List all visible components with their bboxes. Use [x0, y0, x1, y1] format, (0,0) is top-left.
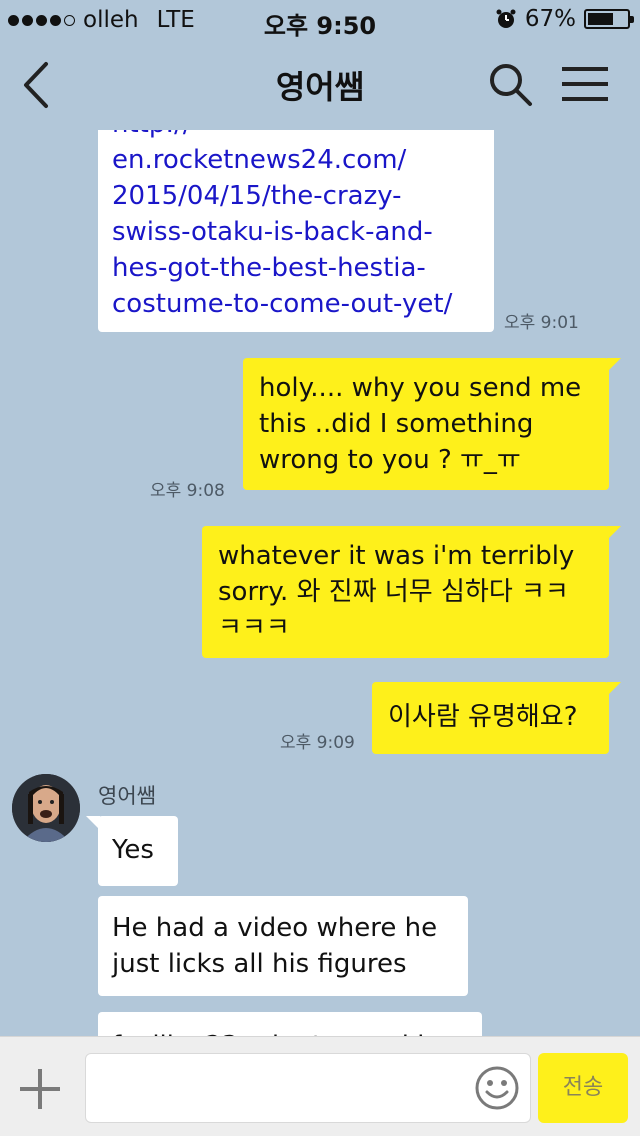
- message-bubble-incoming[interactable]: Yes: [86, 816, 178, 886]
- chat-message-list[interactable]: http:// en.rocketnews24.com/ 2015/04/15/…: [0, 130, 640, 1036]
- message-text: just licks all his figures: [112, 949, 407, 979]
- message-bubble-outgoing[interactable]: holy.... why you send me this ..did I so…: [243, 358, 621, 490]
- message-bubble-outgoing[interactable]: whatever it was i'm terribly sorry. 와 진짜…: [202, 526, 621, 658]
- status-bar: olleh LTE 오후 9:50 67%: [0, 0, 640, 40]
- message-bubble-incoming[interactable]: He had a video where he just licks all h…: [98, 896, 468, 996]
- message-timestamp: 오후 9:08: [150, 481, 225, 501]
- message-input[interactable]: [85, 1053, 531, 1123]
- message-bubble-link[interactable]: http:// en.rocketnews24.com/ 2015/04/15/…: [98, 130, 494, 332]
- chat-header: 영어쌤: [0, 40, 640, 130]
- chat-title: 영어쌤: [275, 68, 365, 106]
- message-bubble-incoming[interactable]: f... like 23 minutes and he: [98, 1012, 482, 1036]
- message-bubble-outgoing[interactable]: 이사람 유명해요?: [372, 682, 621, 754]
- battery-icon: [584, 9, 634, 29]
- message-text: ㅋㅋㅋ: [218, 613, 290, 643]
- send-button[interactable]: 전송: [538, 1053, 628, 1123]
- message-text: sorry. 와 진짜 너무 심하다 ㅋㅋ: [218, 577, 569, 607]
- sender-name: 영어쌤: [98, 784, 156, 808]
- message-text: whatever it was i'm terribly: [218, 541, 575, 571]
- avatar[interactable]: [12, 774, 80, 842]
- message-text: 이사람 유명해요?: [388, 702, 578, 732]
- message-text: He had a video where he: [112, 913, 438, 943]
- battery-percent: 67%: [524, 6, 576, 32]
- message-text: holy.... why you send me: [259, 373, 582, 403]
- message-timestamp: 오후 9:09: [280, 733, 355, 753]
- message-input-bar: 전송: [0, 1036, 640, 1136]
- hamburger-menu-icon[interactable]: [562, 66, 608, 102]
- alarm-clock-icon: [496, 9, 516, 28]
- message-text: Yes: [112, 835, 154, 865]
- message-link-text[interactable]: http:// en.rocketnews24.com/ 2015/04/15/…: [112, 130, 480, 322]
- message-text: f... like 23 minutes and he: [112, 1028, 468, 1036]
- status-right: 67%: [495, 6, 634, 32]
- plus-icon[interactable]: [18, 1067, 62, 1111]
- search-icon[interactable]: [486, 60, 534, 108]
- message-timestamp: 오후 9:01: [504, 313, 579, 333]
- message-text: this ..did I something: [259, 409, 534, 439]
- message-text: wrong to you ? ㅠ_ㅠ: [259, 445, 521, 475]
- emoji-icon[interactable]: [474, 1065, 520, 1111]
